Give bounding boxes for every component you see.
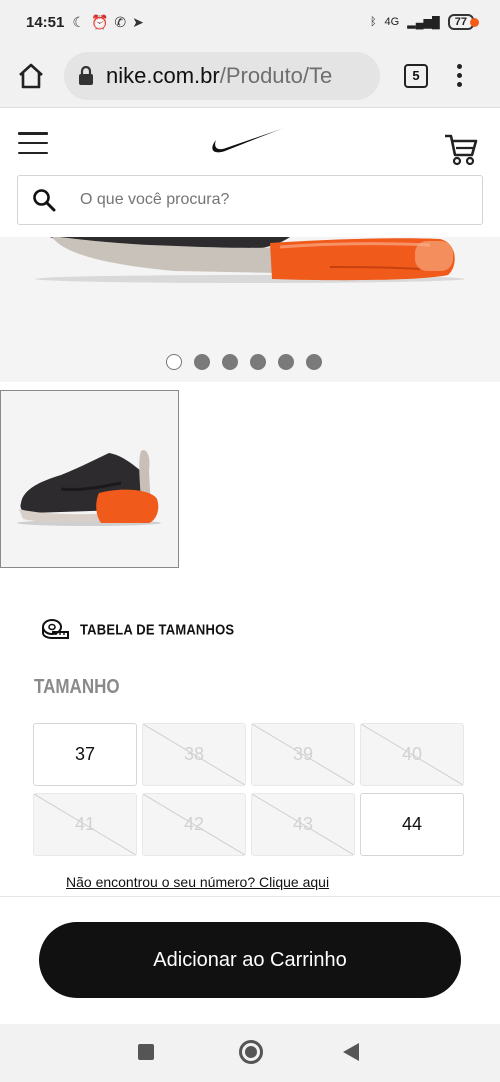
telegram-icon: ➤ <box>132 13 144 30</box>
size-option-label: 43 <box>292 814 314 834</box>
gallery-dot[interactable] <box>194 354 210 370</box>
size-option[interactable]: 44 <box>360 793 464 856</box>
add-to-cart-button[interactable]: Adicionar ao Carrinho <box>39 922 461 998</box>
search-icon <box>33 189 56 212</box>
alarm-icon: ⏰ <box>90 13 109 30</box>
search-input[interactable]: O que você procura? <box>80 191 229 209</box>
size-option-label: 40 <box>401 744 423 764</box>
size-option-label: 42 <box>183 814 205 834</box>
url-domain: nike.com.br <box>106 62 220 88</box>
size-option-label: 41 <box>74 814 96 834</box>
url-bar[interactable]: nike.com.br/Produto/Te <box>64 51 380 100</box>
android-nav-bar <box>0 1024 500 1082</box>
moon-icon: ☾ <box>72 13 85 30</box>
browser-toolbar: nike.com.br/Produto/Te 5 <box>0 44 500 108</box>
size-option-label: 39 <box>292 744 314 764</box>
cart-badge <box>470 18 479 27</box>
gallery-dot[interactable] <box>278 354 294 370</box>
gallery-dot[interactable] <box>250 354 266 370</box>
status-time: 14:51 <box>26 13 65 31</box>
recents-icon[interactable] <box>138 1044 154 1060</box>
network-type: 4G <box>384 16 400 28</box>
gallery-pagination <box>166 354 322 370</box>
size-not-found-link[interactable]: Não encontrou o seu número? Clique aqui <box>66 874 329 890</box>
browser-menu-icon[interactable] <box>454 64 464 87</box>
tab-switcher-button[interactable]: 5 <box>404 63 428 88</box>
size-option-label: 37 <box>74 744 96 764</box>
site-header <box>0 108 500 178</box>
bluetooth-icon: ᛒ <box>369 16 377 28</box>
gallery-dot[interactable] <box>222 354 238 370</box>
hamburger-menu-icon[interactable] <box>18 132 48 154</box>
lock-icon <box>79 65 93 85</box>
size-option: 40 <box>360 723 464 786</box>
size-option-label: 44 <box>401 814 423 834</box>
back-icon[interactable] <box>343 1043 359 1061</box>
size-option: 38 <box>142 723 246 786</box>
search-box[interactable]: O que você procura? <box>17 175 483 225</box>
size-option: 39 <box>251 723 355 786</box>
size-guide-link[interactable]: TABELA DE TAMANHOS <box>42 618 234 640</box>
home-nav-icon[interactable] <box>239 1040 263 1064</box>
product-thumbnail[interactable] <box>0 390 179 568</box>
home-icon[interactable] <box>14 59 48 93</box>
gallery-dot[interactable] <box>166 354 182 370</box>
status-bar: 14:51 ☾ ⏰ ✆ ➤ ᛒ 4G ▂▄▆█ 77 <box>0 0 500 44</box>
whatsapp-icon: ✆ <box>114 13 127 30</box>
size-option-label: 38 <box>183 744 205 764</box>
size-option: 43 <box>251 793 355 856</box>
size-guide-label: TABELA DE TAMANHOS <box>80 620 235 638</box>
cart-action-bar: Adicionar ao Carrinho <box>0 896 500 1024</box>
cart-icon[interactable] <box>444 130 478 166</box>
size-selector: 37 38 39 40 41 42 43 44 <box>33 723 465 856</box>
measuring-tape-icon <box>42 619 69 639</box>
url-path: /Produto/Te <box>219 62 333 88</box>
size-option: 42 <box>142 793 246 856</box>
nike-logo[interactable] <box>210 126 286 158</box>
size-option: 41 <box>33 793 137 856</box>
signal-icon: ▂▄▆█ <box>407 16 440 29</box>
size-option[interactable]: 37 <box>33 723 137 786</box>
size-section-title: TAMANHO <box>34 676 120 698</box>
gallery-dot[interactable] <box>306 354 322 370</box>
